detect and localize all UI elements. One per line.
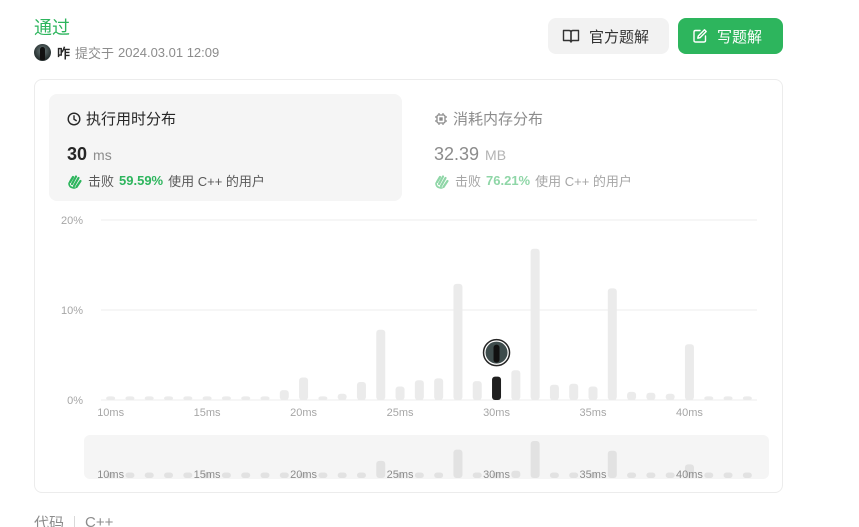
bar[interactable] (569, 383, 579, 400)
mini-bar (356, 472, 366, 478)
runtime-distribution-chart: 20% 10% 0% 10ms 15ms 20ms 25ms 30ms 35ms 40ms 10… (61, 215, 769, 481)
mini-bar (665, 472, 675, 478)
bar[interactable] (742, 396, 752, 400)
x-tick-label: 30ms (483, 407, 510, 419)
mini-x-tick-label: 40ms (676, 469, 703, 481)
bar[interactable] (202, 396, 212, 400)
bar[interactable] (356, 382, 366, 400)
mini-bar (376, 460, 386, 478)
bar[interactable] (260, 396, 270, 400)
code-tab-label: 代码 (34, 515, 65, 527)
mini-bar (742, 472, 752, 478)
bar[interactable] (337, 393, 347, 400)
bar[interactable] (414, 380, 424, 400)
mini-bar (164, 472, 174, 478)
write-solution-button[interactable]: 写题解 (678, 18, 783, 54)
edit-icon (693, 29, 707, 43)
mini-bar (723, 472, 733, 478)
mini-bar (607, 450, 617, 478)
book-icon (562, 29, 580, 43)
submission-info: 咋 提交于 2024.03.01 12:09 (34, 43, 219, 62)
mini-x-tick-label: 30ms (483, 469, 510, 481)
mini-bar (472, 472, 482, 478)
bar[interactable] (472, 381, 482, 400)
bar[interactable] (434, 378, 444, 400)
bar[interactable] (221, 396, 231, 400)
user-marker-figure (493, 344, 500, 363)
mini-bar (279, 472, 289, 478)
mini-bar (241, 472, 251, 478)
range-brush[interactable] (84, 435, 769, 479)
write-solution-label: 写题解 (717, 28, 763, 46)
x-tick-label: 20ms (290, 407, 317, 419)
mini-bar (125, 472, 135, 478)
bar[interactable] (144, 396, 154, 400)
mini-bar (549, 472, 559, 478)
y-tick-label: 0% (67, 395, 83, 407)
mini-bar (337, 472, 347, 478)
bar[interactable] (511, 370, 521, 400)
submission-status: 通过 (34, 18, 70, 38)
bar[interactable] (453, 283, 463, 400)
bar[interactable] (646, 392, 656, 400)
mini-bar (144, 472, 154, 478)
submitted-prefix: 提交于 (75, 46, 115, 61)
bar[interactable] (125, 396, 135, 400)
bar[interactable] (241, 396, 251, 400)
bar[interactable] (684, 344, 694, 400)
x-tick-label: 40ms (676, 407, 703, 419)
mini-x-tick-label: 15ms (194, 469, 221, 481)
bar-selected[interactable] (492, 376, 502, 400)
mini-x-tick-label: 10ms (97, 469, 124, 481)
bar[interactable] (279, 390, 289, 400)
mini-bar (511, 470, 521, 478)
bar[interactable] (376, 329, 386, 400)
mini-bar (569, 472, 579, 478)
mini-bar (414, 472, 424, 478)
bar[interactable] (106, 396, 116, 400)
mini-bar (453, 449, 463, 478)
code-language: C++ (85, 514, 114, 527)
divider (74, 516, 76, 527)
y-tick-label: 20% (61, 215, 83, 227)
y-tick-label: 10% (61, 305, 83, 317)
mini-bar (260, 472, 270, 478)
mini-bar (434, 472, 444, 478)
mini-x-tick-label: 25ms (387, 469, 414, 481)
mini-bar (183, 472, 193, 478)
mini-bar (646, 472, 656, 478)
submission-time: 2024.03.01 12:09 (118, 45, 220, 60)
mini-x-tick-label: 35ms (580, 469, 607, 481)
avatar[interactable] (34, 44, 51, 61)
mini-x-tick-label: 20ms (290, 469, 317, 481)
official-solution-label: 官方题解 (589, 28, 650, 46)
bar[interactable] (318, 396, 328, 400)
mini-bar (221, 472, 231, 478)
x-tick-label: 35ms (580, 407, 607, 419)
username[interactable]: 咋 (57, 43, 70, 62)
bar[interactable] (588, 386, 598, 401)
bar[interactable] (299, 377, 309, 401)
bar[interactable] (723, 396, 733, 400)
bar[interactable] (395, 386, 405, 401)
x-tick-label: 15ms (194, 407, 221, 419)
x-tick-label: 10ms (97, 407, 124, 419)
bar[interactable] (164, 396, 174, 400)
x-tick-label: 25ms (387, 407, 414, 419)
bar[interactable] (607, 288, 617, 400)
mini-bar (627, 472, 637, 478)
bar[interactable] (549, 384, 559, 400)
mini-bar (530, 441, 540, 478)
bar[interactable] (183, 396, 193, 400)
code-tab[interactable]: 代码 C++ (34, 512, 113, 527)
official-solution-button[interactable]: 官方题解 (548, 18, 669, 54)
mini-bar (318, 472, 328, 478)
bar[interactable] (704, 396, 714, 400)
performance-card: 执行用时分布 30 ms 击败 59.59% 使用 C++ 的用户 消耗内存分布 (34, 79, 783, 493)
mini-bar (704, 472, 714, 478)
bar[interactable] (665, 393, 675, 400)
bar[interactable] (627, 391, 637, 400)
bar[interactable] (530, 248, 540, 400)
